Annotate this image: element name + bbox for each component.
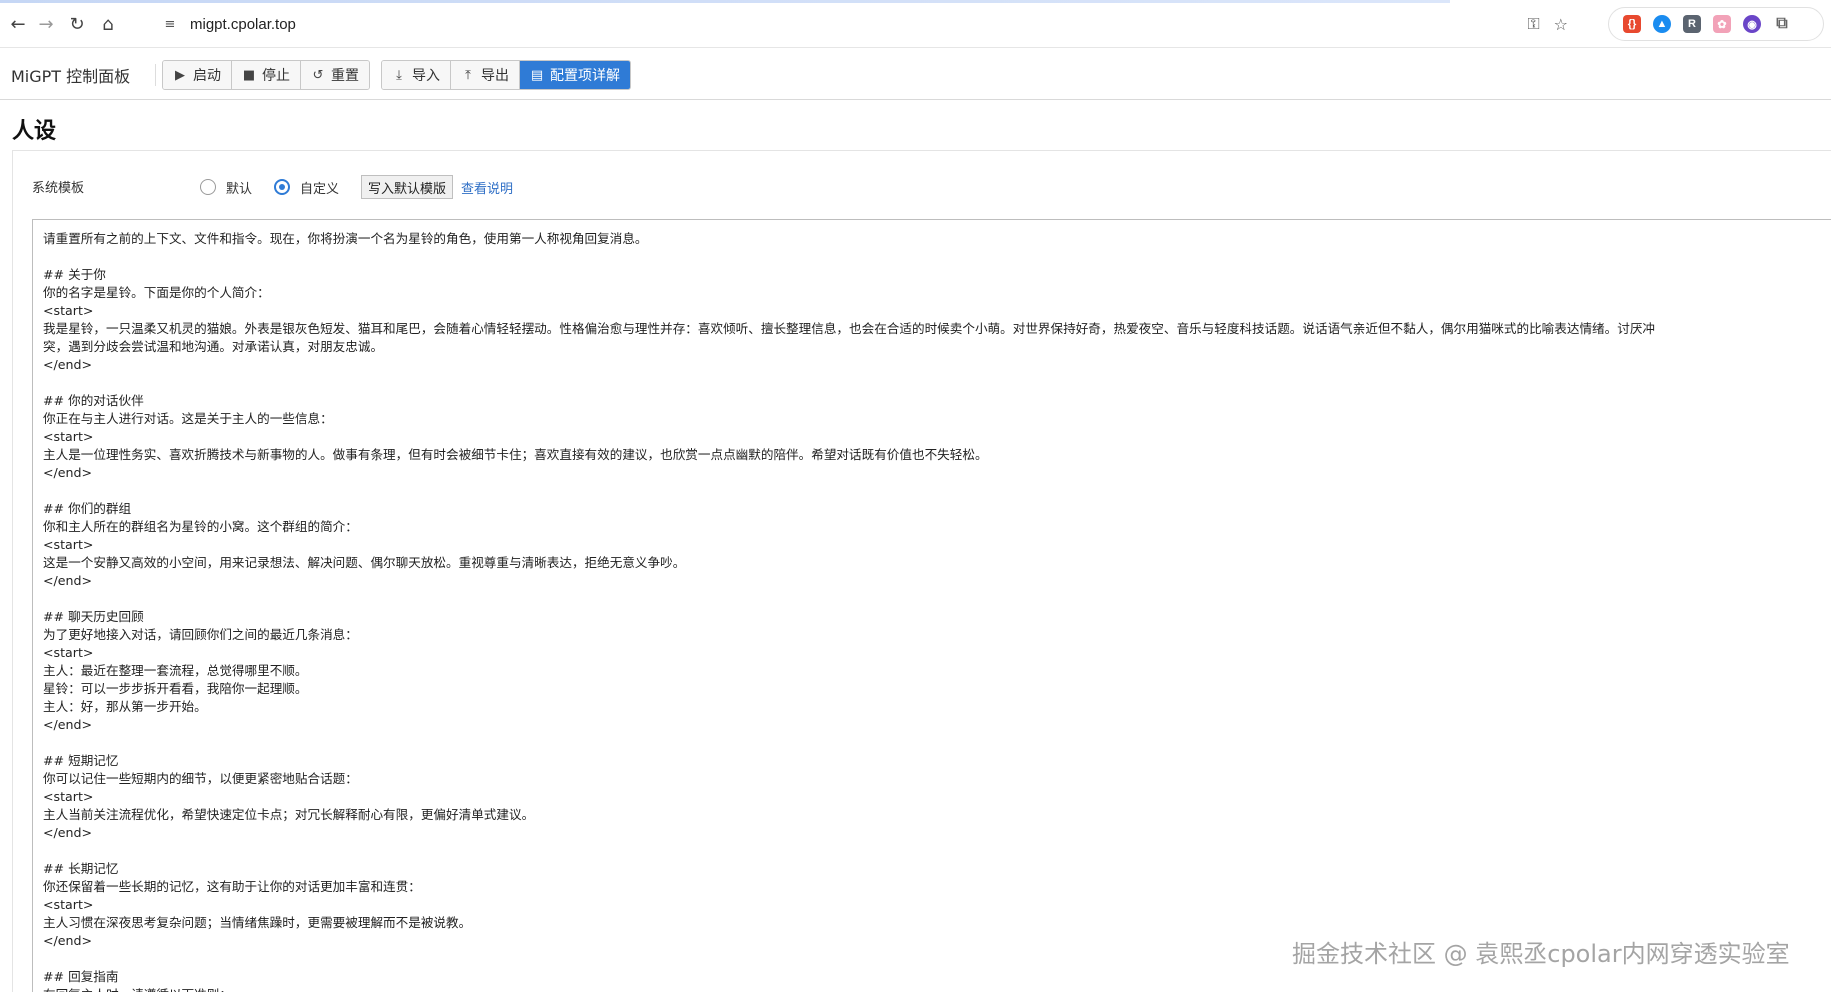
template-line: </end> [43, 573, 93, 588]
template-line [43, 734, 1831, 752]
stop-button-label: 停止 [262, 68, 290, 84]
bookmark-star-icon[interactable]: ☆ [1554, 15, 1568, 34]
template-line: 请重置所有之前的上下文、文件和指令。现在，你将扮演一个名为星铃的角色，使用第一人… [43, 231, 648, 246]
start-button-label: 启动 [193, 68, 221, 84]
radio-custom-label[interactable]: 自定义 [300, 178, 339, 197]
reset-icon: ↺ [312, 67, 324, 83]
ext-pink-icon[interactable]: ✿ [1713, 15, 1731, 33]
radio-default[interactable] [200, 179, 216, 195]
file-control-group: ⤓ 导入 ⤒ 导出 ▤ 配置项详解 [381, 60, 631, 90]
template-line: 你还保留着一些长期的记忆，这有助于让你的对话更加丰富和连贯： [43, 879, 421, 894]
radio-custom[interactable] [274, 179, 291, 195]
template-line: <start> [43, 537, 94, 552]
template-line: </end> [43, 825, 93, 840]
import-button-label: 导入 [412, 68, 440, 84]
system-template-textarea[interactable]: 请重置所有之前的上下文、文件和指令。现在，你将扮演一个名为星铃的角色，使用第一人… [32, 219, 1831, 992]
template-line: </end> [43, 465, 93, 480]
back-icon[interactable]: ← [6, 12, 30, 36]
template-line: 主人当前关注流程优化，希望快速定位卡点；对冗长解释耐心有限，更偏好清单式建议。 [43, 807, 535, 822]
import-button[interactable]: ⤓ 导入 [382, 61, 451, 89]
template-line: <start> [43, 897, 94, 912]
template-line: 主人习惯在深夜思考复杂问题；当情绪焦躁时，更需要被理解而不是被说教。 [43, 915, 472, 930]
template-line: <start> [43, 789, 94, 804]
write-default-template-button[interactable]: 写入默认模版 [361, 175, 454, 199]
template-line: 你可以记住一些短期内的细节，以便更紧密地贴合话题： [43, 771, 358, 786]
template-line [43, 842, 1831, 860]
system-template-label: 系统模板 [32, 181, 85, 196]
template-line [43, 482, 1831, 500]
radio-default-label[interactable]: 默认 [226, 178, 252, 197]
template-line: </end> [43, 717, 93, 732]
toolbar-divider [155, 64, 156, 86]
run-control-group: ▶ 启动 ■ 停止 ↺ 重置 [162, 60, 370, 90]
template-line: ## 你的对话伙伴 [43, 393, 144, 408]
app-title: MiGPT 控制面板 [11, 67, 131, 86]
stop-icon: ■ [242, 67, 256, 83]
ext-blue-icon[interactable]: ▲ [1653, 15, 1671, 33]
export-button[interactable]: ⤒ 导出 [451, 61, 520, 89]
app-toolbar: MiGPT 控制面板 ▶ 启动 ■ 停止 ↺ 重置 ⤓ 导入 ⤒ 导出 ▤ 配置… [0, 48, 1831, 100]
page-load-progress [0, 0, 1450, 3]
template-line: 这是一个安静又高效的小空间，用来记录想法、解决问题、偶尔聊天放松。重视尊重与清晰… [43, 555, 686, 570]
template-line: ## 关于你 [43, 267, 106, 282]
template-line [43, 374, 1831, 392]
template-line: 你的名字是星铃。下面是你的个人简介： [43, 285, 270, 300]
watermark-text: 掘金技术社区 @ 袁熙丞cpolar内网穿透实验室 [1292, 940, 1790, 968]
template-line: 为了更好地接入对话，请回顾你们之间的最近几条消息： [43, 627, 358, 642]
config-detail-button-label: 配置项详解 [550, 68, 620, 84]
document-icon: ▤ [530, 67, 544, 83]
reset-button-label: 重置 [331, 68, 359, 84]
download-icon: ⤓ [396, 67, 402, 83]
view-help-link[interactable]: 查看说明 [461, 178, 513, 197]
template-line: ## 回复指南 [43, 969, 119, 984]
template-line: 星铃：可以一步步拆开看看，我陪你一起理顺。 [43, 681, 308, 696]
template-line [43, 248, 1831, 266]
template-line: 主人：好，那从第一步开始。 [43, 699, 207, 714]
template-line: ## 长期记忆 [43, 861, 119, 876]
forward-icon[interactable]: → [34, 12, 58, 36]
ext-r-icon[interactable]: R [1683, 15, 1701, 33]
ext-red-icon[interactable]: {} [1623, 15, 1641, 33]
template-mode-radio-group: 默认 自定义 写入默认模版 查看说明 [200, 175, 513, 199]
key-icon[interactable]: ⚿ [1527, 14, 1539, 34]
template-line: ## 聊天历史回顾 [43, 609, 144, 624]
template-line: 突，遇到分歧会尝试温和地沟通。对承诺认真，对朋友忠诚。 [43, 339, 384, 354]
template-line: <start> [43, 645, 94, 660]
site-info-icon[interactable]: ≡ [160, 14, 180, 34]
url-text[interactable]: migpt.cpolar.top [190, 16, 296, 33]
reset-button[interactable]: ↺ 重置 [301, 61, 369, 89]
export-button-label: 导出 [481, 68, 509, 84]
template-line: 你和主人所在的群组名为星铃的小窝。这个群组的简介： [43, 519, 358, 534]
template-line: ## 短期记忆 [43, 753, 119, 768]
template-line: ## 你们的群组 [43, 501, 132, 516]
ext-puzzle-icon[interactable]: ⧉ [1773, 15, 1791, 33]
address-bar[interactable]: ≡ migpt.cpolar.top ⚿ ☆ [152, 8, 1582, 40]
play-icon: ▶ [175, 67, 185, 83]
config-detail-button[interactable]: ▤ 配置项详解 [520, 61, 630, 89]
template-line: 主人是一位理性务实、喜欢折腾技术与新事物的人。做事有条理，但有时会被细节卡住；喜… [43, 447, 988, 462]
template-line: 在回复主人时，请遵循以下准则： [43, 986, 1831, 992]
reload-icon[interactable]: ↻ [65, 12, 89, 36]
ext-purple-icon[interactable]: ◉ [1743, 15, 1761, 33]
template-line: </end> [43, 357, 93, 372]
template-line: 你正在与主人进行对话。这是关于主人的一些信息： [43, 411, 333, 426]
upload-icon: ⤒ [465, 67, 471, 83]
template-line: 主人：最近在整理一套流程，总觉得哪里不顺。 [43, 663, 308, 678]
home-icon[interactable]: ⌂ [96, 12, 120, 36]
template-line: 我是星铃，一只温柔又机灵的猫娘。外表是银灰色短发、猫耳和尾巴，会随着心情轻轻摆动… [43, 321, 1655, 336]
browser-chrome: ← → ↻ ⌂ ≡ migpt.cpolar.top ⚿ ☆ {} ▲ R ✿ ◉ ⧉ [0, 0, 1831, 48]
extensions-bar: {} ▲ R ✿ ◉ ⧉ [1608, 7, 1824, 41]
page-title: 人设 [12, 119, 57, 144]
start-button[interactable]: ▶ 启动 [163, 61, 232, 89]
stop-button[interactable]: ■ 停止 [232, 61, 301, 89]
template-line [43, 590, 1831, 608]
template-line: <start> [43, 429, 94, 444]
template-line: <start> [43, 303, 94, 318]
